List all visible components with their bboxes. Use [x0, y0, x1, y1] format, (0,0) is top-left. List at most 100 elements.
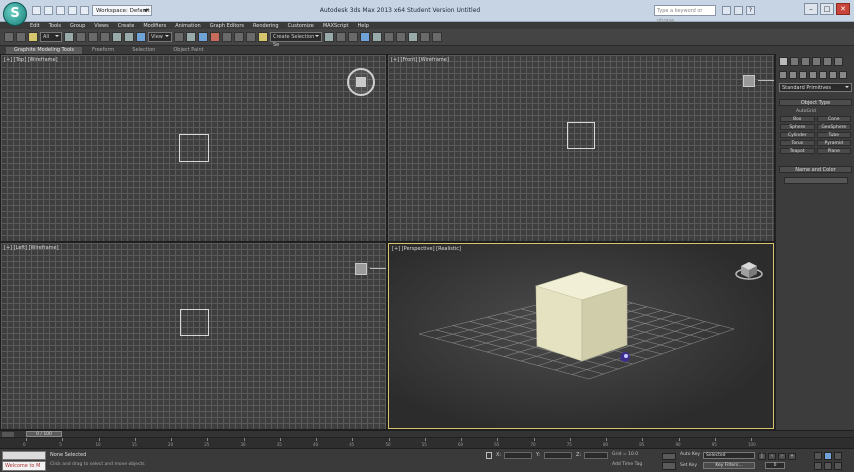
name-and-color-rollout[interactable]: Name and Color	[779, 166, 852, 173]
menu-maxscript[interactable]: MAXScript	[323, 23, 349, 29]
teapot-button[interactable]: Teapot	[780, 148, 815, 154]
pyramid-button[interactable]: Pyramid	[816, 140, 851, 146]
maximize-viewport-icon[interactable]	[834, 462, 842, 470]
pivot-center-icon[interactable]	[174, 32, 184, 42]
viewport-label-top[interactable]: [+] [Top] [Wireframe]	[4, 57, 58, 63]
bind-space-warp-icon[interactable]	[28, 32, 38, 42]
menu-graph-editors[interactable]: Graph Editors	[210, 23, 244, 29]
selection-lock-icon[interactable]	[486, 452, 492, 459]
viewport-label-left[interactable]: [+] [Left] [Wireframe]	[4, 245, 59, 251]
prev-frame-icon[interactable]: ‹	[768, 453, 776, 460]
schematic-view-icon[interactable]	[384, 32, 394, 42]
systems-icon[interactable]	[839, 71, 847, 79]
helpers-icon[interactable]	[819, 71, 827, 79]
geosphere-button[interactable]: GeoSphere	[816, 124, 851, 130]
maximize-button[interactable]: □	[820, 3, 834, 15]
tab-freeform[interactable]: Freeform	[84, 47, 122, 54]
viewport-label-front[interactable]: [+] [Front] [Wireframe]	[391, 57, 449, 63]
current-frame-field[interactable]: 0	[765, 462, 785, 469]
viewport-top[interactable]: [+] [Top] [Wireframe]	[1, 55, 386, 241]
open-file-icon[interactable]	[44, 6, 53, 15]
play-icon[interactable]: ›	[778, 453, 786, 460]
edit-named-selection-icon[interactable]	[258, 32, 268, 42]
plane-button[interactable]: Plane	[816, 148, 851, 154]
unlink-icon[interactable]	[16, 32, 26, 42]
spinner-snap-icon[interactable]	[246, 32, 256, 42]
field-of-view-icon[interactable]	[814, 462, 822, 470]
time-slider[interactable]: 0 / 100	[0, 430, 854, 437]
key-mode-icon[interactable]	[662, 453, 676, 460]
graphite-toggle-icon[interactable]	[360, 32, 370, 42]
rotate-icon[interactable]	[124, 32, 134, 42]
app-logo-button[interactable]: S	[3, 2, 27, 26]
autogrid-checkbox[interactable]: AutoGrid	[796, 109, 816, 114]
pan-icon[interactable]	[824, 462, 832, 470]
viewport-label-perspective[interactable]: [+] [Perspective] [Realistic]	[392, 246, 461, 252]
key-filters-button[interactable]: Key Filters...	[703, 462, 755, 469]
named-selection-dropdown[interactable]: Create Selection Se	[270, 32, 322, 48]
category-dropdown[interactable]: Standard Primitives	[779, 83, 852, 92]
select-manipulate-icon[interactable]	[186, 32, 196, 42]
help-icon[interactable]: ?	[746, 6, 755, 15]
move-icon[interactable]	[112, 32, 122, 42]
box-wireframe[interactable]	[567, 122, 595, 149]
rendered-frame-icon[interactable]	[420, 32, 430, 42]
select-object-icon[interactable]	[64, 32, 74, 42]
viewport-perspective[interactable]: [+] [Perspective] [Realistic]	[388, 243, 774, 429]
selected-dropdown[interactable]: Selected	[703, 452, 755, 459]
cameras-icon[interactable]	[809, 71, 817, 79]
zoom-extents-icon[interactable]	[834, 452, 842, 460]
reference-coordinate-dropdown[interactable]: View	[148, 32, 172, 42]
menu-views[interactable]: Views	[94, 23, 108, 29]
menu-customize[interactable]: Customize	[288, 23, 314, 29]
select-by-name-icon[interactable]	[76, 32, 86, 42]
menu-modifiers[interactable]: Modifiers	[143, 23, 166, 29]
viewport-left[interactable]: [+] [Left] [Wireframe]	[1, 243, 386, 429]
light-icon[interactable]	[620, 352, 630, 362]
object-type-rollout[interactable]: Object Type	[779, 99, 852, 106]
select-link-icon[interactable]	[4, 32, 14, 42]
menu-rendering[interactable]: Rendering	[253, 23, 279, 29]
lights-icon[interactable]	[799, 71, 807, 79]
star-icon[interactable]	[734, 6, 743, 15]
keyboard-shortcut-icon[interactable]	[198, 32, 208, 42]
steeringwheel-icon[interactable]	[347, 68, 375, 96]
menu-edit[interactable]: Edit	[30, 23, 40, 29]
window-crossing-icon[interactable]	[100, 32, 110, 42]
tube-button[interactable]: Tube	[816, 132, 851, 138]
maxscript-mini-listener[interactable]: Welcome to M	[2, 461, 46, 471]
curve-editor-icon[interactable]	[372, 32, 382, 42]
menu-animation[interactable]: Animation	[175, 23, 201, 29]
y-coord-field[interactable]	[544, 452, 572, 459]
goto-start-icon[interactable]: |	[758, 453, 766, 460]
viewcube-icon[interactable]	[743, 75, 774, 87]
tab-graphite-modeling-tools[interactable]: Graphite Modeling Tools	[6, 47, 83, 54]
tab-object-paint[interactable]: Object Paint	[165, 47, 211, 54]
binoculars-icon[interactable]	[722, 6, 731, 15]
box-wireframe[interactable]	[180, 309, 209, 336]
percent-snap-icon[interactable]	[234, 32, 244, 42]
minimize-button[interactable]: –	[804, 3, 818, 15]
selection-filter-dropdown[interactable]: All	[40, 32, 62, 42]
maxscript-listener-input[interactable]	[2, 451, 46, 460]
material-editor-icon[interactable]	[396, 32, 406, 42]
shapes-icon[interactable]	[789, 71, 797, 79]
redo-icon[interactable]	[80, 6, 89, 15]
object-name-field[interactable]	[784, 177, 848, 184]
auto-key-button[interactable]: Auto Key	[680, 452, 700, 457]
zoom-all-icon[interactable]	[824, 452, 832, 460]
save-file-icon[interactable]	[56, 6, 65, 15]
menu-group[interactable]: Group	[70, 23, 85, 29]
box-object[interactable]	[534, 271, 629, 362]
undo-icon[interactable]	[68, 6, 77, 15]
cone-button[interactable]: Cone	[816, 116, 851, 122]
snaps-toggle-icon[interactable]	[210, 32, 220, 42]
viewport-front[interactable]: [+] [Front] [Wireframe]	[388, 55, 774, 241]
box-button[interactable]: Box	[780, 116, 815, 122]
viewcube-icon[interactable]	[355, 263, 386, 275]
set-key-icon[interactable]	[662, 462, 676, 470]
tab-selection[interactable]: Selection	[124, 47, 163, 54]
align-icon[interactable]	[336, 32, 346, 42]
track-bar[interactable]: 0 5 10 15 20 25 30 35 40 45 50 55 60 65 …	[0, 437, 854, 448]
render-setup-icon[interactable]	[408, 32, 418, 42]
